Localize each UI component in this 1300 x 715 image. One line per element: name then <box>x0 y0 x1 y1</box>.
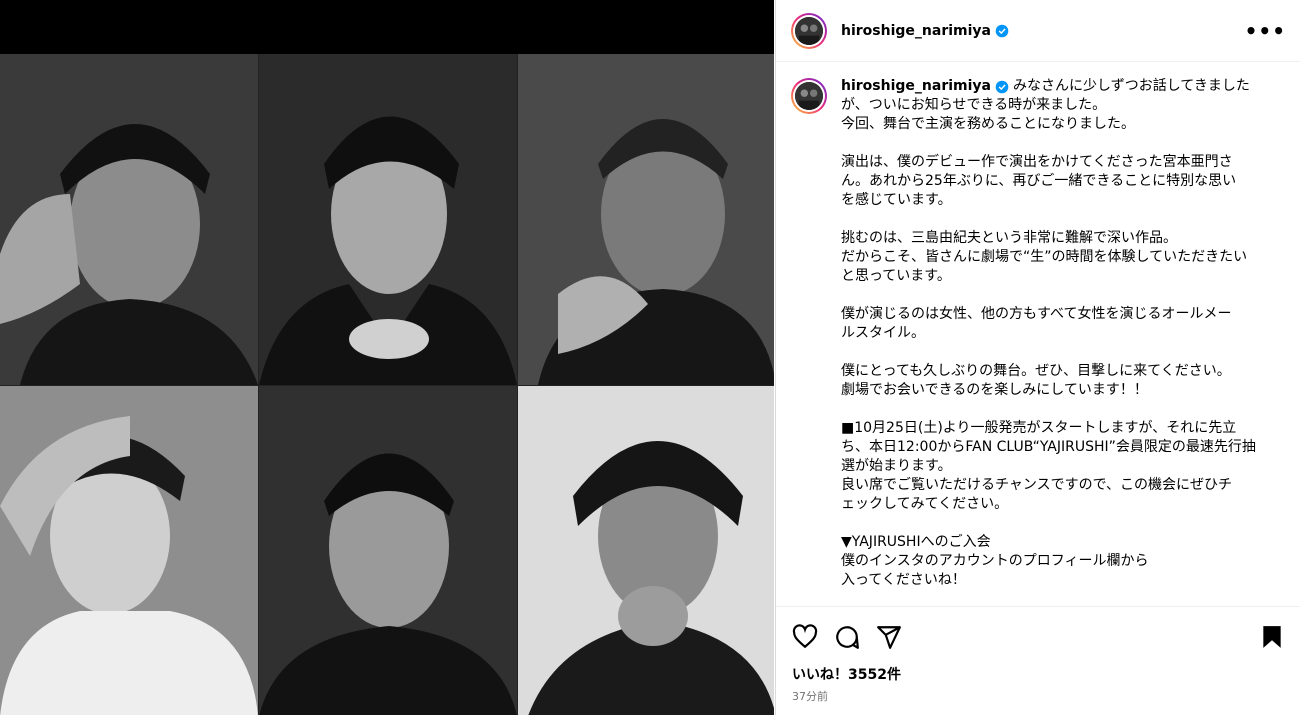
post-media[interactable] <box>0 0 774 715</box>
send-icon[interactable] <box>876 624 902 650</box>
more-horizontal-icon[interactable]: ••• <box>1245 19 1286 43</box>
verified-badge-icon <box>995 80 1009 93</box>
caption-line: 挑むのは、三島由紀夫という非常に難解で深い作品。 <box>841 230 1177 246</box>
photo-grid <box>0 54 774 715</box>
caption-line <box>841 210 1271 229</box>
caption-username-text[interactable]: hiroshige_narimiya <box>841 77 991 96</box>
caption-avatar[interactable] <box>791 78 827 114</box>
caption-first-line: みなさんに少しずつお話してきました <box>1012 78 1250 94</box>
heart-icon[interactable] <box>792 623 818 650</box>
portrait-photo-5 <box>259 386 517 715</box>
portrait-photo-6 <box>518 386 774 715</box>
caption-line <box>841 286 1271 305</box>
bookmark-icon[interactable] <box>1259 624 1285 650</box>
caption-username[interactable]: hiroshige_narimiya <box>841 77 1009 96</box>
caption-line: が、ついにお知らせできる時が来ました。 <box>841 97 1107 113</box>
caption-line: 僕が演じるのは女性、他の方もすべて女性を演じるオールメー <box>841 306 1232 322</box>
action-bar <box>776 606 1300 666</box>
caption-line: を感じています。 <box>841 192 952 208</box>
caption-line <box>841 134 1271 153</box>
caption-line: 演出は、僕のデビュー作で演出をかけてくださった宮本亜門さ <box>841 154 1233 170</box>
post-header: hiroshige_narimiya ••• <box>776 0 1300 62</box>
likes-count[interactable]: いいね！3552件 <box>792 664 901 684</box>
post-time[interactable]: 37分前 <box>792 688 828 704</box>
caption-line: ■10月25日(土)より一般発売がスタートしますが、それに先立 <box>841 420 1237 436</box>
comment-icon[interactable] <box>834 624 860 650</box>
caption-line: だからこそ、皆さんに劇場で“生”の時間を体験していただきたい <box>841 249 1248 265</box>
portrait-photo-3 <box>518 54 774 385</box>
caption-area: hiroshige_narimiya みなさんに少しずつお話してきました が、つい… <box>776 63 1300 606</box>
caption-line: ち、本日12:00からFAN CLUB“YAJIRUSHI”会員限定の最速先行抽 <box>841 439 1256 455</box>
caption-line: 選が始まります。 <box>841 458 952 474</box>
caption: hiroshige_narimiya みなさんに少しずつお話してきました が、つい… <box>791 77 1286 590</box>
caption-line <box>841 514 1271 533</box>
header-username[interactable]: hiroshige_narimiya <box>841 23 1009 39</box>
caption-lines: が、ついにお知らせできる時が来ました。今回、舞台で主演を務めることになりました。… <box>841 96 1271 590</box>
caption-line: ん。あれから25年ぶりに、再びご一緒できることに特別な思い <box>841 173 1237 189</box>
caption-line: 今回、舞台で主演を務めることになりました。 <box>841 116 1135 132</box>
caption-text: hiroshige_narimiya みなさんに少しずつお話してきました が、つい… <box>841 77 1271 590</box>
portrait-photo-4 <box>0 386 258 715</box>
username-text[interactable]: hiroshige_narimiya <box>841 23 991 39</box>
caption-line <box>841 400 1271 419</box>
caption-line: 僕にとっても久しぶりの舞台。ぜひ、目撃しに来てください。 <box>841 363 1231 379</box>
post-sidebar: hiroshige_narimiya ••• hiroshige_narimiy… <box>775 0 1300 715</box>
portrait-photo-2 <box>259 54 517 385</box>
avatar[interactable] <box>791 12 827 49</box>
caption-line: ェックしてみてください。 <box>841 496 1009 512</box>
caption-line: と思っています。 <box>841 268 951 284</box>
verified-badge-icon <box>995 24 1009 37</box>
caption-line: 劇場でお会いできるのを楽しみにしています！！ <box>841 382 1148 398</box>
caption-line: ルスタイル。 <box>841 325 925 341</box>
caption-line <box>841 343 1271 362</box>
caption-line: 良い席でご覧いただけるチャンスですので、この機会にぜひチ <box>841 477 1233 493</box>
caption-line-0: hiroshige_narimiya みなさんに少しずつお話してきました <box>841 77 1271 96</box>
caption-line: 僕のインスタのアカウントのプロフィール欄から <box>841 553 1149 569</box>
caption-line: ▼YAJIRUSHIへのご入会 <box>841 534 991 550</box>
caption-line: 入ってくださいね！ <box>841 572 966 588</box>
portrait-photo-1 <box>0 54 258 385</box>
